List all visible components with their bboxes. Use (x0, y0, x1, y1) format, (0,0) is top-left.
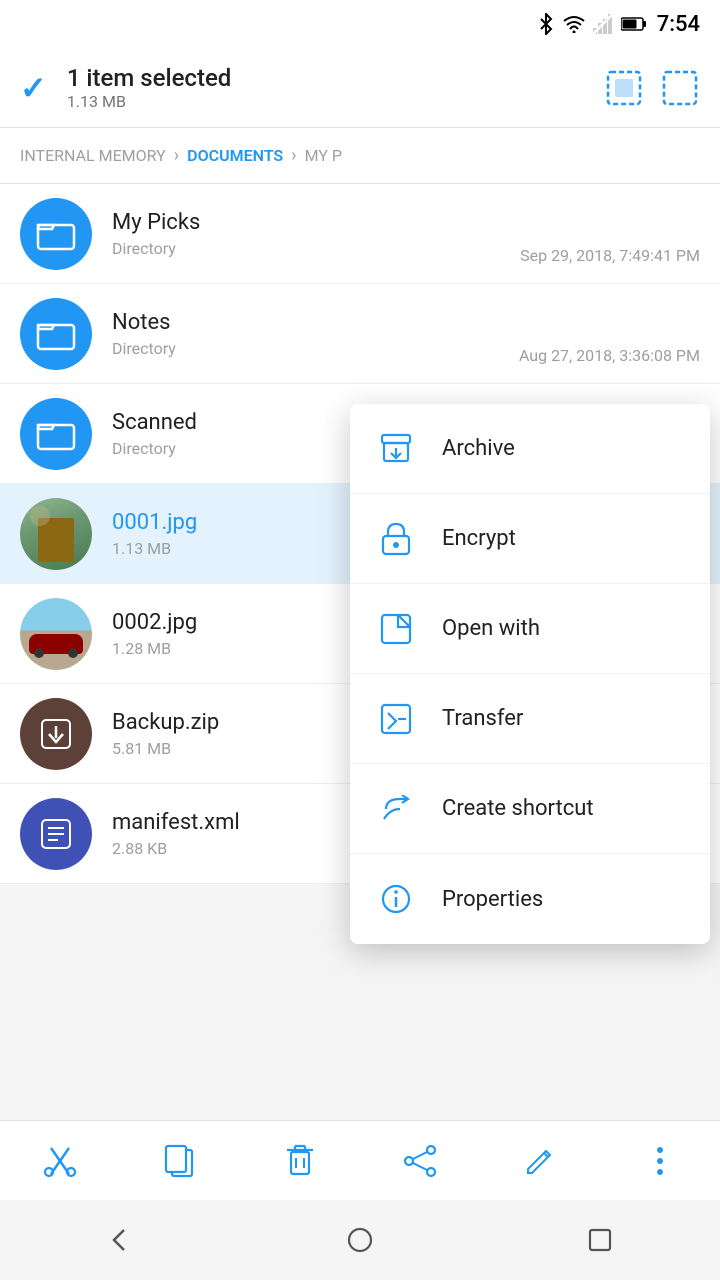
wifi-icon (563, 15, 585, 33)
recents-icon (586, 1226, 614, 1254)
breadcrumb-sep-2: › (291, 145, 296, 166)
archive-label: Archive (442, 436, 515, 461)
back-icon (106, 1226, 134, 1254)
recents-button[interactable] (560, 1210, 640, 1270)
check-icon: ✓ (20, 69, 47, 107)
folder-avatar (20, 298, 92, 370)
folder-avatar (20, 198, 92, 270)
more-icon (656, 1146, 664, 1176)
select-mode-icon (662, 70, 698, 106)
breadcrumb-documents[interactable]: DOCUMENTS (187, 146, 283, 165)
folder-icon (36, 217, 76, 251)
menu-item-properties[interactable]: Properties (350, 854, 710, 944)
header-actions (604, 68, 700, 108)
breadcrumb-myp[interactable]: MY P (305, 146, 342, 165)
selection-header: ✓ 1 item selected 1.13 MB (0, 48, 720, 128)
transfer-icon (378, 701, 414, 737)
selection-size: 1.13 MB (67, 92, 584, 111)
zip-icon (38, 716, 74, 752)
list-item[interactable]: My Picks Directory Sep 29, 2018, 7:49:41… (0, 184, 720, 284)
transfer-label: Transfer (442, 706, 523, 731)
file-name: Notes (112, 310, 700, 335)
bluetooth-icon (537, 13, 555, 35)
file-date: Sep 29, 2018, 7:49:41 PM (520, 246, 700, 265)
home-icon (346, 1226, 374, 1254)
menu-item-archive[interactable]: Archive (350, 404, 710, 494)
list-item[interactable]: Notes Directory Aug 27, 2018, 3:36:08 PM (0, 284, 720, 384)
battery-icon (621, 16, 647, 32)
select-all-button[interactable] (604, 68, 644, 108)
info-icon (378, 881, 414, 917)
time-display: 7:54 (657, 12, 700, 37)
bottom-toolbar (0, 1120, 720, 1200)
selection-info: 1 item selected 1.13 MB (67, 64, 584, 111)
file-thumbnail-0002 (20, 598, 92, 670)
folder-icon (36, 417, 76, 451)
breadcrumb: INTERNAL MEMORY › DOCUMENTS › MY P (0, 128, 720, 184)
context-menu: Archive Encrypt Open with (350, 404, 710, 944)
copy-icon (164, 1144, 196, 1178)
cut-icon (43, 1144, 77, 1178)
status-bar: 7:54 (0, 0, 720, 48)
select-all-icon (606, 70, 642, 106)
file-name: My Picks (112, 210, 700, 235)
open-with-label: Open with (442, 616, 540, 641)
selection-title: 1 item selected (67, 64, 584, 92)
more-button[interactable] (630, 1131, 690, 1191)
shortcut-icon (378, 791, 414, 827)
cut-button[interactable] (30, 1131, 90, 1191)
folder-icon (36, 317, 76, 351)
rename-button[interactable] (510, 1131, 570, 1191)
menu-item-transfer[interactable]: Transfer (350, 674, 710, 764)
folder-avatar (20, 398, 92, 470)
status-icons (537, 13, 647, 35)
xml-icon (38, 816, 74, 852)
signal-icon (593, 14, 613, 34)
file-list: My Picks Directory Sep 29, 2018, 7:49:41… (0, 184, 720, 884)
share-icon (403, 1144, 437, 1178)
delete-icon (285, 1144, 315, 1178)
breadcrumb-sep-1: › (174, 145, 179, 166)
share-button[interactable] (390, 1131, 450, 1191)
breadcrumb-internal[interactable]: INTERNAL MEMORY (20, 146, 166, 165)
back-button[interactable] (80, 1210, 160, 1270)
file-date: Aug 27, 2018, 3:36:08 PM (519, 346, 700, 365)
nav-bar (0, 1200, 720, 1280)
select-mode-button[interactable] (660, 68, 700, 108)
encrypt-label: Encrypt (442, 526, 516, 551)
delete-button[interactable] (270, 1131, 330, 1191)
home-button[interactable] (320, 1210, 400, 1270)
create-shortcut-label: Create shortcut (442, 796, 594, 821)
menu-item-open-with[interactable]: Open with (350, 584, 710, 674)
file-thumbnail-0001 (20, 498, 92, 570)
edit-icon (524, 1145, 556, 1177)
zip-avatar (20, 698, 92, 770)
properties-label: Properties (442, 887, 543, 912)
xml-avatar (20, 798, 92, 870)
menu-item-encrypt[interactable]: Encrypt (350, 494, 710, 584)
encrypt-icon (378, 521, 414, 557)
open-with-icon (378, 611, 414, 647)
archive-icon (378, 431, 414, 467)
copy-button[interactable] (150, 1131, 210, 1191)
menu-item-create-shortcut[interactable]: Create shortcut (350, 764, 710, 854)
